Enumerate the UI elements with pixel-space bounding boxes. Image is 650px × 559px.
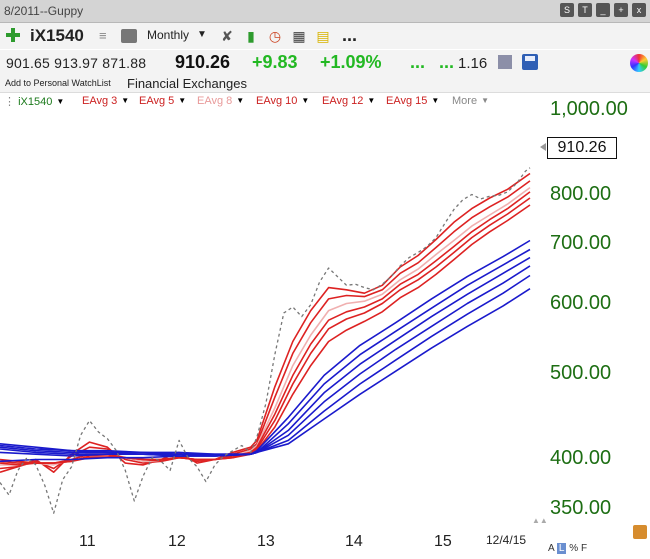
- series-line-8: [0, 248, 531, 457]
- scroll-marker-icon[interactable]: ▲▲: [532, 516, 548, 525]
- y-tick-label: 600.00: [550, 292, 612, 314]
- x-tick-label: 12: [168, 533, 186, 550]
- y-tick-label: 800.00: [550, 183, 612, 205]
- scale-option-f[interactable]: F: [581, 543, 587, 554]
- y-tick-label: 350.00: [550, 497, 612, 519]
- pencil-icon[interactable]: [633, 525, 647, 539]
- y-tick-label: 700.00: [550, 232, 612, 254]
- y-tick-label: 1,000.00: [550, 98, 628, 120]
- x-tick-label: 15: [434, 533, 452, 550]
- scale-option-percent[interactable]: %: [569, 543, 578, 554]
- scale-option-a[interactable]: A: [548, 543, 554, 554]
- x-tick-label: 11: [79, 533, 96, 550]
- y-tick-label: 500.00: [550, 362, 612, 384]
- x-tick-label: 14: [345, 533, 363, 550]
- last-value-label: 910.26: [547, 137, 617, 159]
- price-chart: [0, 167, 531, 514]
- series-line-0: [0, 167, 531, 514]
- scale-option-log[interactable]: L: [556, 543, 567, 554]
- price-pointer: [540, 143, 546, 151]
- x-tick-label: 13: [257, 533, 275, 550]
- last-date-label: 12/4/15: [486, 533, 527, 547]
- scale-options: A L % F: [548, 543, 587, 554]
- y-tick-label: 400.00: [550, 447, 612, 469]
- series-line-10: [0, 265, 531, 455]
- series-layer: [0, 167, 531, 514]
